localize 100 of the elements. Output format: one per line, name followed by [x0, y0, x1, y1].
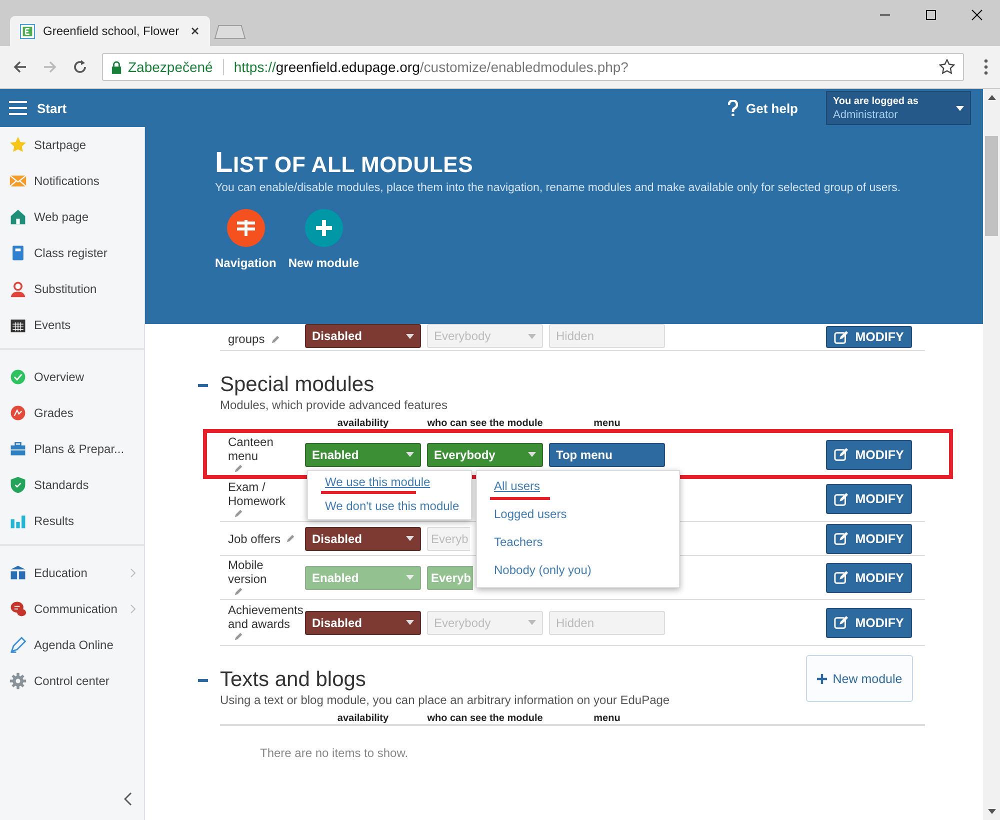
sidebar-item[interactable]: Results — [0, 503, 144, 539]
collapse-chevron-icon[interactable] — [124, 792, 132, 806]
sidebar-item[interactable]: Standards — [0, 467, 144, 503]
menu-option[interactable]: We use this module — [325, 475, 430, 489]
user-caption: You are logged as — [833, 96, 920, 106]
modify-button[interactable]: MODIFY — [826, 440, 912, 470]
security-label: Zabezpečené — [128, 59, 213, 75]
back-arrow-icon[interactable] — [12, 59, 28, 75]
pen-icon — [9, 636, 27, 654]
sidebar-item[interactable]: Web page — [0, 199, 144, 235]
bookmark-star-icon[interactable] — [939, 59, 955, 75]
briefcase-icon — [9, 440, 27, 458]
sidebar-item[interactable]: Plans & Prepar... — [0, 431, 144, 467]
column-header: availability — [336, 418, 390, 429]
pencil-icon[interactable] — [233, 463, 244, 474]
star-icon — [9, 136, 27, 154]
pencil-icon[interactable] — [270, 334, 281, 344]
menu-option[interactable]: We don't use this module — [325, 499, 460, 513]
pencil-icon[interactable] — [233, 631, 244, 642]
page-subtitle: You can enable/disable modules, place them into the navigation, rename modules and make available only for selected group of users. — [215, 181, 902, 195]
caret-icon — [528, 620, 536, 625]
caret-icon — [406, 334, 414, 338]
action-button[interactable]: New module — [288, 208, 360, 270]
section-subtitle: Using a text or blog module, you can place an arbitrary information on your EduPage — [220, 693, 670, 707]
page-title: LIST OF ALL MODULES — [215, 147, 474, 180]
signpost-icon — [226, 208, 266, 248]
sidebar-item[interactable]: Notifications — [0, 163, 144, 199]
empty-message: There are no items to show. — [259, 745, 410, 760]
sidebar-item[interactable]: Startpage — [0, 127, 144, 163]
help-button[interactable]: Get help — [722, 99, 804, 117]
modify-button[interactable]: MODIFY — [826, 608, 912, 638]
action-button[interactable]: Navigation — [215, 208, 276, 270]
user-role: Administrator — [833, 108, 899, 120]
maximize-icon[interactable] — [925, 9, 937, 21]
edit-icon — [834, 492, 850, 506]
scroll-down-icon[interactable] — [988, 809, 996, 814]
chevron-right-icon — [130, 604, 136, 614]
column-header: who can see the module — [427, 713, 543, 724]
sidebar-item[interactable]: Communication — [0, 591, 144, 627]
new-module-button[interactable]: New module — [806, 655, 913, 702]
scrollbar-thumb[interactable] — [985, 136, 998, 236]
module-name: Mobile version — [228, 558, 268, 586]
sidebar-item[interactable]: Substitution — [0, 271, 144, 307]
column-header: who can see the module — [427, 418, 543, 429]
lock-icon — [111, 60, 122, 74]
envelope-icon — [9, 172, 27, 190]
scrollbar[interactable] — [983, 89, 1000, 820]
menu-icon[interactable] — [9, 101, 27, 115]
pencil-icon[interactable] — [233, 508, 244, 518]
module-name: groups — [228, 332, 265, 346]
availability-select[interactable]: Enabled — [305, 442, 421, 466]
sidebar-item[interactable]: Agenda Online — [0, 627, 144, 663]
modify-button[interactable]: MODIFY — [826, 562, 912, 592]
sidebar-item[interactable]: Overview — [0, 359, 144, 395]
collapse-icon[interactable] — [198, 678, 208, 682]
collapse-icon[interactable] — [198, 384, 208, 386]
edit-icon — [834, 570, 850, 585]
column-header: menu — [592, 713, 622, 724]
sidebar-item[interactable]: Class register — [0, 235, 144, 271]
url-text: https://greenfield.edupage.org/customize/enabledmodules.php? — [234, 59, 628, 75]
edit-icon — [834, 447, 850, 462]
pencil-icon[interactable] — [285, 533, 296, 544]
menu-option[interactable]: Logged users — [494, 507, 567, 521]
modify-button[interactable]: MODIFY — [826, 484, 912, 514]
chevron-right-icon — [130, 568, 136, 578]
sidebar-item[interactable]: Events — [0, 307, 144, 343]
user-menu[interactable]: You are logged as Administrator — [826, 91, 971, 125]
visibility-select[interactable]: Everybody — [427, 442, 543, 466]
caret-icon — [406, 536, 414, 541]
edit-icon — [834, 330, 850, 344]
menu-option[interactable]: Teachers — [494, 535, 543, 549]
sidebar-item[interactable]: Education — [0, 555, 144, 591]
plus-icon — [304, 208, 344, 248]
modify-button[interactable]: MODIFY — [826, 524, 912, 554]
shield-icon — [9, 476, 27, 494]
close-icon[interactable] — [971, 9, 983, 21]
caret-icon — [406, 452, 414, 457]
caret-icon — [528, 452, 536, 457]
browser-tab[interactable]: Greenfield school, Flower — [10, 16, 210, 46]
menu-select[interactable]: Top menu — [549, 442, 665, 466]
edit-icon — [834, 615, 850, 630]
section-subtitle: Modules, which provide advanced features — [220, 398, 448, 412]
sidebar-item[interactable]: Control center — [0, 663, 144, 699]
edit-icon — [834, 531, 850, 546]
more-menu-icon[interactable] — [984, 59, 988, 75]
reload-icon[interactable] — [72, 59, 88, 75]
favicon-icon — [20, 24, 35, 38]
sidebar-item[interactable]: Grades — [0, 395, 144, 431]
caret-icon — [956, 106, 964, 110]
menu-option[interactable]: Nobody (only you) — [494, 563, 592, 577]
modify-button[interactable]: MODIFY — [826, 326, 912, 348]
scroll-up-icon[interactable] — [988, 95, 996, 100]
address-field[interactable]: Zabezpečené https://greenfield.edupage.org/customize/enabledmodules.php? — [102, 53, 964, 81]
column-header: menu — [592, 418, 622, 429]
module-name: Achievements and awards — [228, 603, 304, 631]
menu-option[interactable]: All users — [494, 479, 540, 493]
caret-icon — [528, 334, 536, 338]
close-icon[interactable] — [190, 26, 200, 36]
pencil-icon[interactable] — [233, 586, 244, 597]
start-link[interactable]: Start — [37, 100, 67, 116]
